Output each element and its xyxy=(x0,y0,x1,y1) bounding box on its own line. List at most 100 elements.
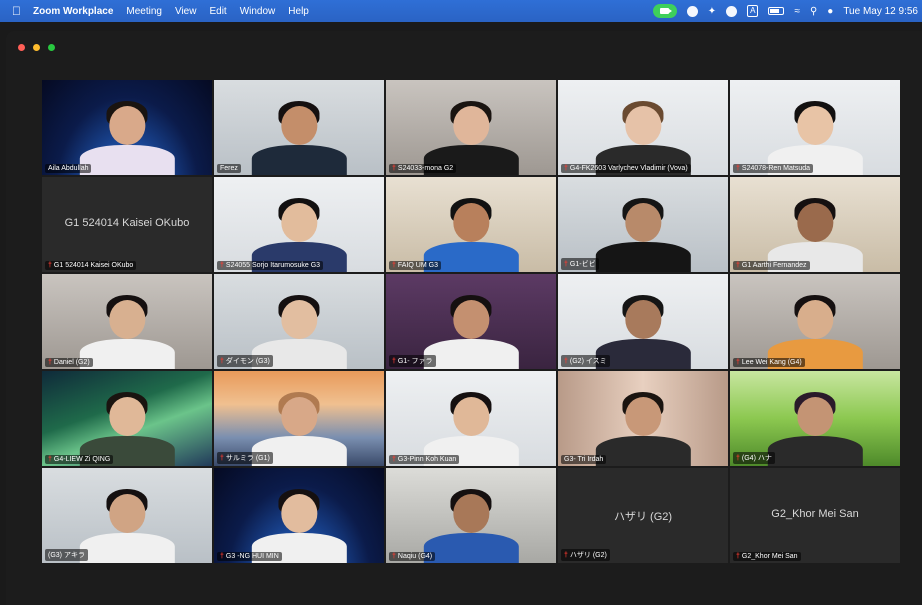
macos-menu-bar:  Zoom Workplace Meeting View Edit Windo… xyxy=(0,0,922,22)
mic-muted-icon: † xyxy=(392,357,396,365)
participant-video-tile[interactable]: † G1 Aarthi Fernandez xyxy=(730,177,900,272)
participant-video-feed xyxy=(79,285,175,369)
participant-name-label: † G3-Pinn Koh Kuan xyxy=(389,455,460,464)
participant-name-text: G2_Khor Mei San xyxy=(741,553,798,560)
mic-muted-icon: † xyxy=(392,456,396,463)
participant-name-label: † サルミラ (G1) xyxy=(217,452,273,464)
participant-name-text: Naqiu (G4) xyxy=(397,553,433,560)
participant-name-label: † (G4) ハナ xyxy=(733,452,775,464)
participant-name-text: G4-FK2603 Varlychev Vladimir (Vova) xyxy=(569,165,688,172)
mic-muted-icon: † xyxy=(220,262,224,269)
participant-video-tile[interactable]: † S24033-mona G2 xyxy=(386,80,556,175)
spotlight-search-icon[interactable]: ⚲ xyxy=(810,6,817,17)
menu-view[interactable]: View xyxy=(175,6,197,17)
participant-video-tile[interactable]: † G4-LIEW Zi QING xyxy=(42,371,212,466)
participant-video-feed xyxy=(79,91,175,175)
participant-name-label: † G4-LIEW Zi QING xyxy=(45,455,114,464)
sync-icon[interactable] xyxy=(726,5,738,17)
mic-muted-icon: † xyxy=(736,454,740,462)
close-window-button[interactable] xyxy=(18,44,25,51)
menu-app-name[interactable]: Zoom Workplace xyxy=(33,6,113,17)
menu-window[interactable]: Window xyxy=(240,6,276,17)
mic-muted-icon: † xyxy=(220,357,224,365)
participant-name-label: Aila Abdullah xyxy=(45,164,92,173)
participant-name-text: Ferez xyxy=(220,165,238,172)
participant-video-tile[interactable]: † S24055 Sorjo Itarumosuke G3 xyxy=(214,177,384,272)
camera-in-use-icon[interactable] xyxy=(652,4,677,18)
mic-muted-icon: † xyxy=(564,165,568,172)
participant-video-tile[interactable]: (G3) アキラ xyxy=(42,468,212,563)
participant-name-text: G1-ビビ xyxy=(569,261,596,268)
participant-name-text: (G2) イスミ xyxy=(569,358,607,365)
menu-help[interactable]: Help xyxy=(288,6,309,17)
participant-video-tile[interactable]: † G4-FK2603 Varlychev Vladimir (Vova) xyxy=(558,80,728,175)
participant-video-tile[interactable]: † G1-ビビ xyxy=(558,177,728,272)
mic-muted-icon: † xyxy=(564,357,568,365)
participant-video-feed xyxy=(767,285,863,369)
participant-video-tile[interactable]: † G1- ファラ xyxy=(386,274,556,369)
participant-video-tile[interactable]: † G3 -NG HUI MIN xyxy=(214,468,384,563)
participant-video-tile[interactable]: † サルミラ (G1) xyxy=(214,371,384,466)
participant-name-label: G3- Tri Irdah xyxy=(561,455,607,464)
participant-video-feed xyxy=(79,479,175,563)
battery-icon[interactable] xyxy=(768,7,785,15)
participant-name-text: Aila Abdullah xyxy=(48,165,89,172)
participant-video-tile[interactable]: Aila Abdullah xyxy=(42,80,212,175)
participant-video-feed xyxy=(423,91,519,175)
chat-icon[interactable] xyxy=(686,5,698,17)
participant-video-tile[interactable]: † (G2) イスミ xyxy=(558,274,728,369)
participant-video-tile[interactable]: † (G4) ハナ xyxy=(730,371,900,466)
participant-name-label: † (G2) イスミ xyxy=(561,355,610,367)
mic-muted-icon: † xyxy=(220,553,224,560)
participant-video-tile[interactable]: † G3-Pinn Koh Kuan xyxy=(386,371,556,466)
participant-video-feed xyxy=(251,479,347,563)
participant-video-feed xyxy=(767,382,863,466)
participant-name-label: † S24055 Sorjo Itarumosuke G3 xyxy=(217,261,324,270)
participant-video-tile[interactable]: Ferez xyxy=(214,80,384,175)
participant-name-label: † G1 524014 Kaisei OKubo xyxy=(45,261,137,270)
participant-name-text: G3-Pinn Koh Kuan xyxy=(397,456,457,463)
participant-name-text: G1 Aarthi Fernandez xyxy=(741,262,807,269)
participant-video-tile[interactable]: ハザリ (G2) † ハザリ (G2) xyxy=(558,468,728,563)
participant-name-label: † G2_Khor Mei San xyxy=(733,552,801,561)
participant-video-tile[interactable]: G1 524014 Kaisei OKubo † G1 524014 Kaisei … xyxy=(42,177,212,272)
participant-video-tile[interactable]: G3- Tri Irdah xyxy=(558,371,728,466)
apple-icon[interactable]:  xyxy=(12,4,21,18)
participant-video-tile[interactable]: G2_Khor Mei San † G2_Khor Mei San xyxy=(730,468,900,563)
participant-name-label: † G1- ファラ xyxy=(389,355,436,367)
participant-display-name: ハザリ (G2) xyxy=(613,510,673,523)
status-tray: ✦ A ≈ ⚲ ● Tue May 12 9:56 xyxy=(652,0,918,22)
fullscreen-window-button[interactable] xyxy=(48,44,55,51)
participant-name-text: (G3) アキラ xyxy=(48,552,85,559)
participant-video-feed xyxy=(423,285,519,369)
participant-video-tile[interactable]: † Daniel (G2) xyxy=(42,274,212,369)
input-source-icon[interactable]: A xyxy=(747,5,759,17)
participant-video-tile[interactable]: † S24078-Ren Matsuda xyxy=(730,80,900,175)
participant-video-feed xyxy=(423,188,519,272)
participant-video-tile[interactable]: † ダイモン (G3) xyxy=(214,274,384,369)
menu-meeting[interactable]: Meeting xyxy=(126,6,162,17)
participant-video-feed xyxy=(595,91,691,175)
participant-name-text: Daniel (G2) xyxy=(53,359,90,366)
participant-name-text: G1- ファラ xyxy=(397,358,433,365)
participant-name-text: S24055 Sorjo Itarumosuke G3 xyxy=(225,262,321,269)
participant-video-tile[interactable]: † FAIQ UM G3 xyxy=(386,177,556,272)
participant-name-text: サルミラ (G1) xyxy=(225,455,270,462)
menu-edit[interactable]: Edit xyxy=(209,6,226,17)
participant-name-label: † FAIQ UM G3 xyxy=(389,261,441,270)
participant-name-text: G3 -NG HUI MIN xyxy=(225,553,279,560)
participant-name-label: † G1 Aarthi Fernandez xyxy=(733,261,810,270)
participant-video-tile[interactable]: † Lee Wei Kang (G4) xyxy=(730,274,900,369)
participant-name-text: G1 524014 Kaisei OKubo xyxy=(53,262,134,269)
participant-name-text: G3- Tri Irdah xyxy=(564,456,604,463)
mic-muted-icon: † xyxy=(392,262,396,269)
participant-name-label: † ハザリ (G2) xyxy=(561,549,610,561)
sparkle-icon[interactable]: ✦ xyxy=(708,6,716,17)
menubar-clock[interactable]: Tue May 12 9:56 xyxy=(843,6,918,17)
wifi-icon[interactable]: ≈ xyxy=(794,6,800,17)
participant-name-text: S24033-mona G2 xyxy=(397,165,454,172)
minimize-window-button[interactable] xyxy=(33,44,40,51)
control-center-icon[interactable]: ● xyxy=(827,6,833,17)
participant-video-tile[interactable]: † Naqiu (G4) xyxy=(386,468,556,563)
mic-muted-icon: † xyxy=(564,260,568,268)
